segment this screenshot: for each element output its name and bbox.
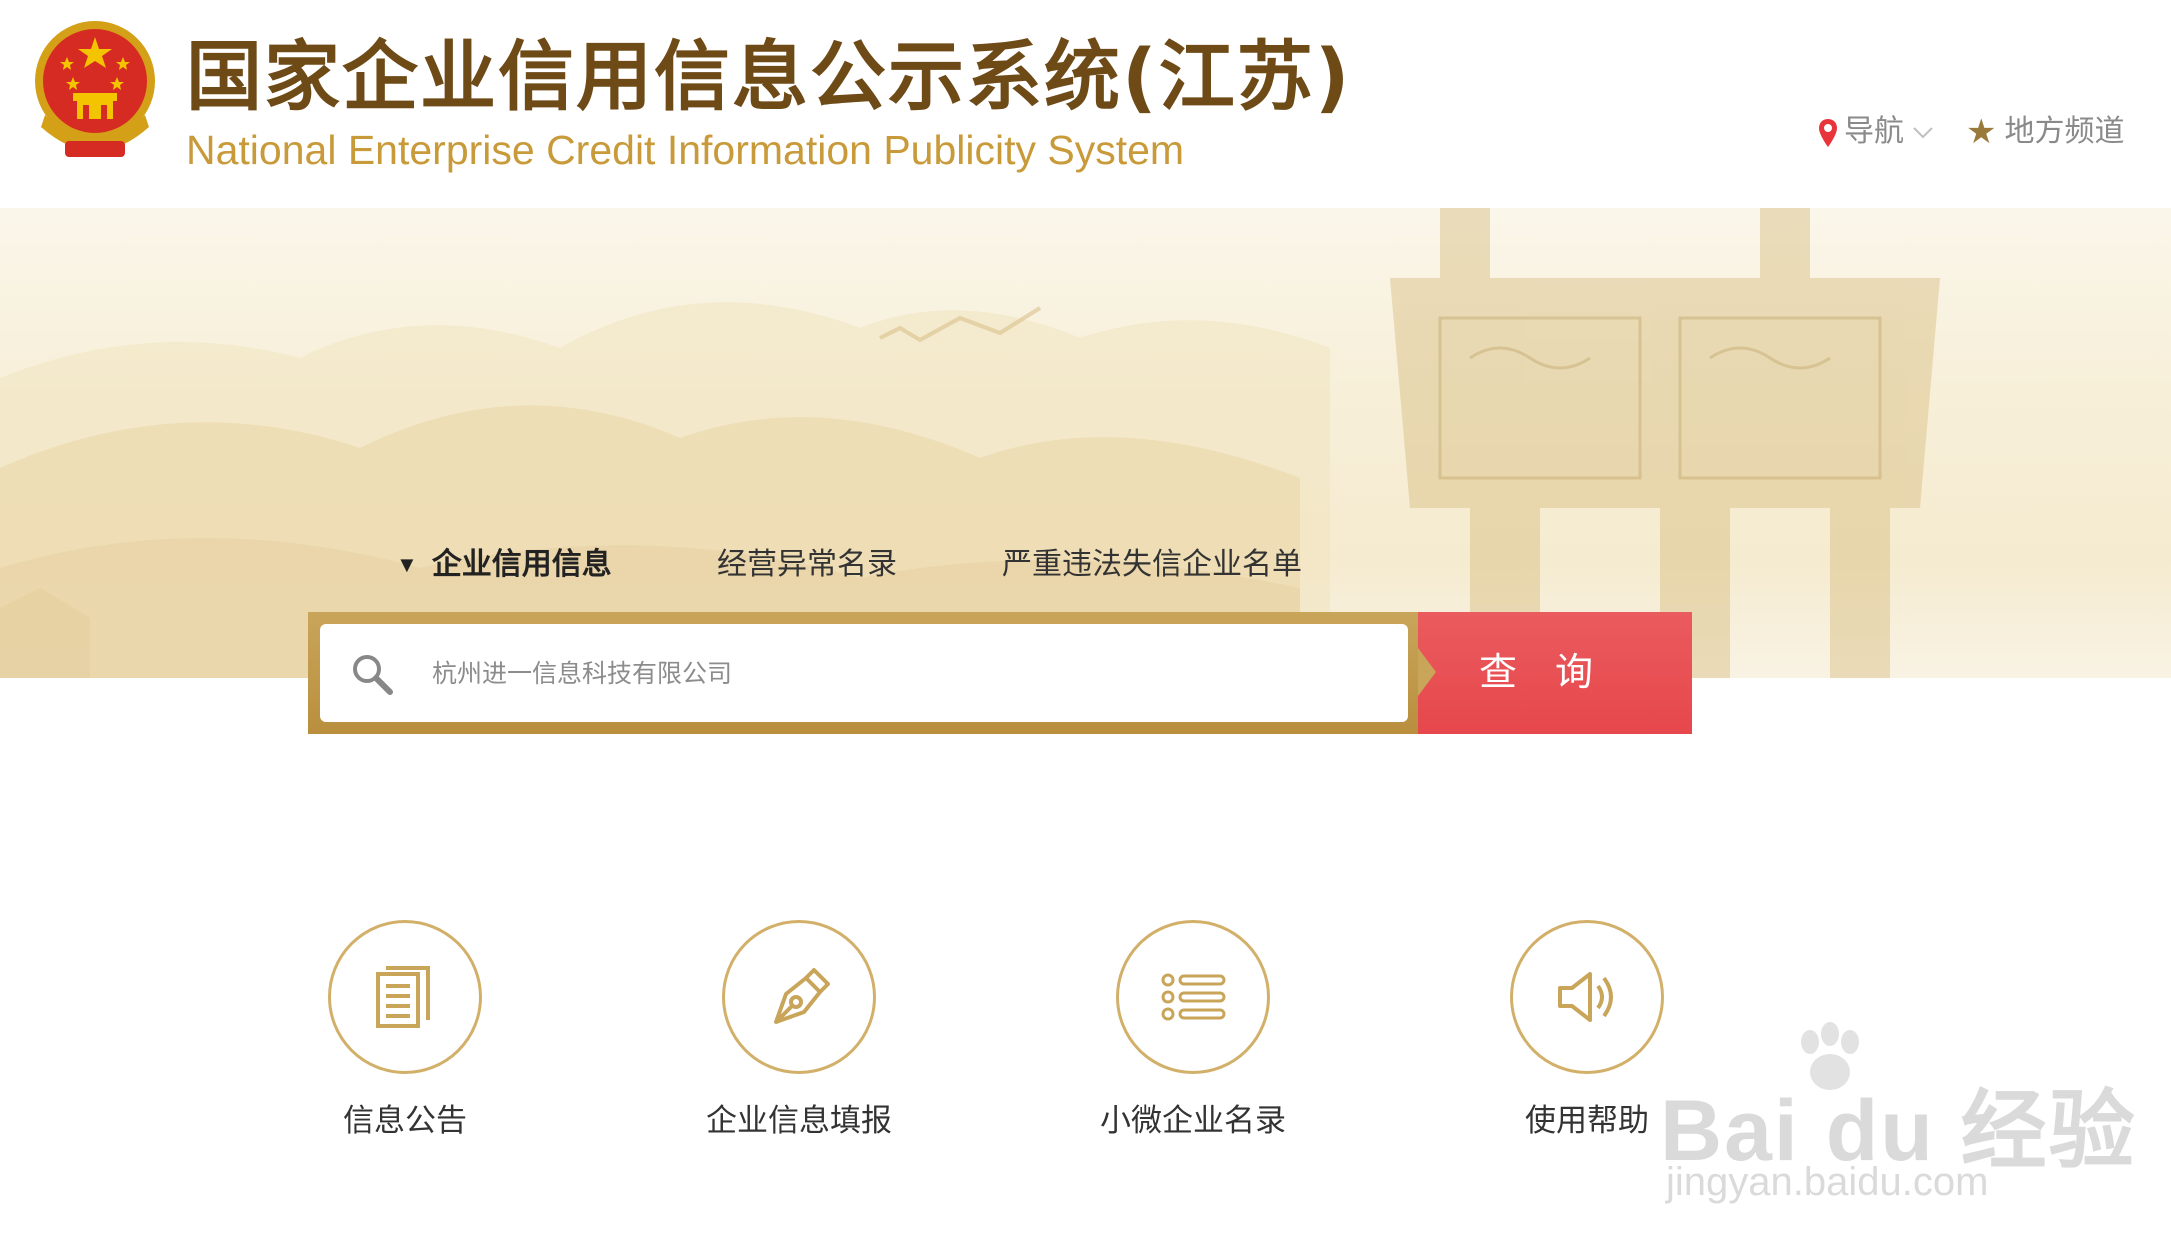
site-title-chinese: 国家企业信用信息公示系统(江苏) bbox=[186, 32, 1352, 121]
nav-guide-label: 导航 bbox=[1844, 115, 1904, 148]
nav-local-channel[interactable]: ★ 地方频道 bbox=[1966, 108, 2124, 156]
feature-icon-circle bbox=[328, 920, 482, 1074]
search-box bbox=[308, 612, 1420, 734]
list-icon bbox=[1161, 973, 1226, 1021]
watermark-url: jingyan.baidu.com bbox=[1666, 1160, 1989, 1204]
paw-icon bbox=[1801, 1022, 1859, 1090]
star-icon: ★ bbox=[1966, 113, 1997, 151]
feature-usage-help[interactable]: 使用帮助 bbox=[1460, 920, 1720, 1160]
feature-info-announcement[interactable]: 信息公告 bbox=[278, 920, 538, 1160]
triangle-down-icon: ▼ bbox=[396, 552, 418, 577]
great-wall-ding-background bbox=[0, 208, 1940, 678]
feature-label: 使用帮助 bbox=[1525, 1103, 1649, 1138]
tab-abnormal-operation-list[interactable]: 经营异常名录 bbox=[717, 540, 897, 590]
tab-enterprise-credit-label: 企业信用信息 bbox=[431, 548, 612, 581]
location-pin-icon bbox=[1819, 119, 1837, 148]
feature-icon-circle bbox=[1510, 920, 1664, 1074]
nav-local-label: 地方频道 bbox=[2004, 115, 2125, 148]
nav-guide-menu[interactable]: 导航 bbox=[1818, 108, 1934, 156]
chevron-down-icon bbox=[1913, 127, 1933, 139]
site-title-english: National Enterprise Credit Information P… bbox=[186, 127, 1185, 173]
hero-banner bbox=[0, 208, 2171, 678]
watermark-brand: Bai du 经验 bbox=[1660, 1083, 2137, 1179]
feature-icon-circle bbox=[1116, 920, 1270, 1074]
national-emblem-icon[interactable] bbox=[25, 15, 165, 165]
feature-label: 小微企业名录 bbox=[1100, 1103, 1286, 1138]
site-header: 国家企业信用信息公示系统(江苏) National Enterprise Cre… bbox=[0, 0, 2171, 208]
feature-label: 信息公告 bbox=[343, 1103, 467, 1138]
search-input[interactable] bbox=[430, 644, 1384, 704]
search-button[interactable]: 查询 bbox=[1418, 612, 1692, 734]
document-icon bbox=[376, 966, 430, 1028]
feature-enterprise-info-filing[interactable]: 企业信息填报 bbox=[672, 920, 932, 1160]
search-icon bbox=[353, 655, 393, 695]
search-tabs: ▼ 企业信用信息 经营异常名录 严重违法失信企业名单 bbox=[0, 540, 2171, 590]
search-button-notch bbox=[1418, 648, 1436, 696]
tab-enterprise-credit[interactable]: ▼ 企业信用信息 bbox=[396, 540, 612, 590]
tab-abnormal-operation-list-label: 经营异常名录 bbox=[717, 548, 897, 581]
speaker-icon bbox=[1558, 972, 1613, 1022]
search-input-wrapper[interactable] bbox=[320, 624, 1408, 722]
feature-icon-circle bbox=[722, 920, 876, 1074]
feature-small-micro-enterprise-list[interactable]: 小微企业名录 bbox=[1066, 920, 1326, 1160]
tab-serious-violation-list[interactable]: 严重违法失信企业名单 bbox=[1002, 540, 1302, 590]
pen-nib-icon bbox=[774, 968, 830, 1024]
baidu-jingyan-watermark: Bai du 经验 jingyan.baidu.com bbox=[1660, 1020, 2135, 1220]
tab-serious-violation-list-label: 严重违法失信企业名单 bbox=[1002, 548, 1302, 581]
feature-label: 企业信息填报 bbox=[706, 1103, 892, 1138]
